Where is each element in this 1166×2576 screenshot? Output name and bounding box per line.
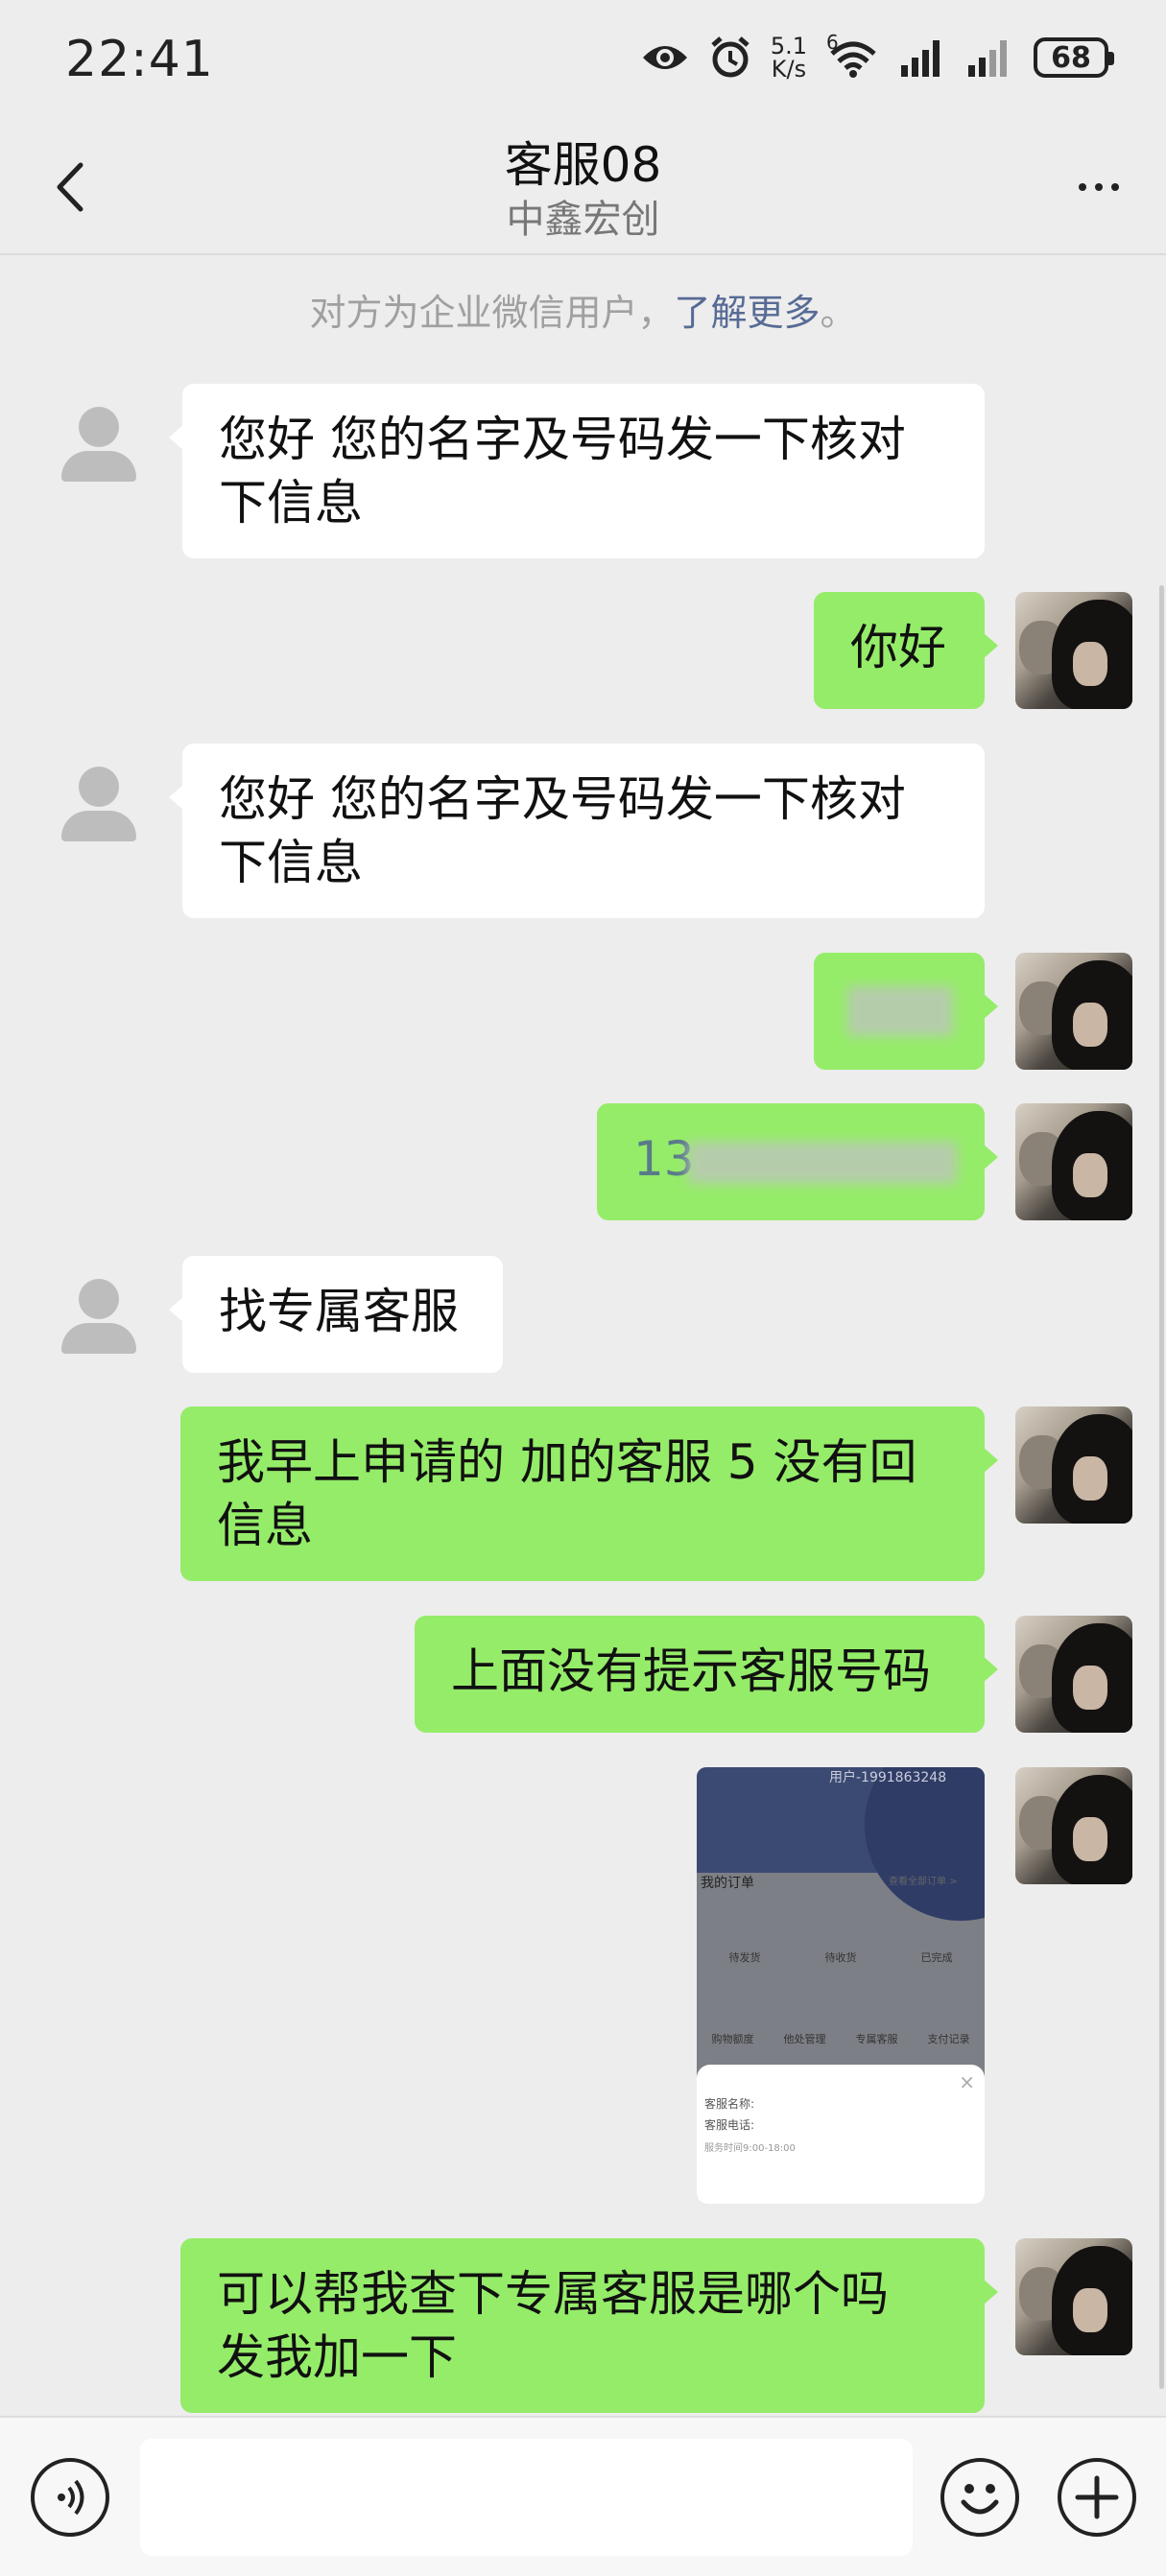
close-icon: × bbox=[959, 2070, 975, 2093]
message-row: 你好 bbox=[0, 592, 1166, 709]
message-bubble[interactable]: 您好 您的名字及号码发一下核对 下信息 bbox=[169, 744, 985, 918]
avatar[interactable] bbox=[1015, 592, 1132, 709]
signal-icon bbox=[968, 40, 1007, 77]
default-avatar-icon bbox=[40, 744, 157, 861]
battery-icon: 68 bbox=[1034, 37, 1114, 78]
input-bar bbox=[0, 2416, 1166, 2576]
learn-more-link[interactable]: 了解更多 bbox=[674, 292, 820, 334]
message-bubble[interactable]: 找专属客服 bbox=[169, 1256, 503, 1373]
image-message[interactable]: 用户-1991863248 我的订单 查看全部订单 > 待发货 待收货 已完成 … bbox=[697, 1767, 985, 2204]
more-horizontal-icon[interactable] bbox=[1060, 154, 1137, 221]
voice-icon[interactable] bbox=[31, 2458, 109, 2537]
message-row: 您好 您的名字及号码发一下核对 下信息 bbox=[0, 744, 1166, 918]
message-bubble[interactable]: 您好 您的名字及号码发一下核对 下信息 bbox=[169, 384, 985, 558]
default-avatar-icon bbox=[40, 384, 157, 501]
message-row: 13 bbox=[0, 1103, 1166, 1220]
avatar[interactable] bbox=[1015, 1406, 1132, 1524]
avatar[interactable] bbox=[1015, 953, 1132, 1070]
message-row: 找专属客服 bbox=[0, 1256, 1166, 1373]
avatar[interactable] bbox=[40, 744, 157, 861]
emoji-icon[interactable] bbox=[940, 2458, 1019, 2537]
avatar[interactable] bbox=[40, 1256, 157, 1373]
message-bubble[interactable]: 可以帮我查下专属客服是哪个吗 发我加一下 bbox=[180, 2238, 998, 2413]
avatar[interactable] bbox=[1015, 1767, 1132, 1884]
avatar[interactable] bbox=[1015, 2238, 1132, 2355]
status-bar: 22:41 5.1 K/s 6 68 bbox=[0, 0, 1166, 115]
alarm-icon bbox=[711, 36, 750, 78]
chat-title: 客服08 bbox=[504, 137, 662, 193]
status-time: 22:41 bbox=[65, 31, 214, 88]
message-bubble[interactable]: 我早上申请的 加的客服 5 没有回 信息 bbox=[180, 1406, 998, 1581]
signal-icon bbox=[901, 40, 940, 77]
avatar[interactable] bbox=[40, 384, 157, 501]
message-row bbox=[0, 953, 1166, 1070]
scrollbar[interactable] bbox=[1159, 585, 1164, 2389]
message-row: 可以帮我查下专属客服是哪个吗 发我加一下 bbox=[0, 2238, 1166, 2413]
plus-icon[interactable] bbox=[1058, 2458, 1136, 2537]
default-avatar-icon bbox=[40, 1256, 157, 1373]
chat-subtitle: 中鑫宏创 bbox=[506, 198, 660, 242]
eye-icon bbox=[642, 46, 687, 69]
message-bubble[interactable]: 你好 bbox=[814, 592, 998, 709]
image-popup: × 客服名称: 客服电话: 服务时间9:00-18:00 bbox=[697, 2065, 985, 2204]
message-row: 用户-1991863248 我的订单 查看全部订单 > 待发货 待收货 已完成 … bbox=[0, 1767, 1166, 2204]
header-divider bbox=[0, 253, 1166, 255]
avatar[interactable] bbox=[1015, 1616, 1132, 1733]
message-input[interactable] bbox=[140, 2439, 913, 2556]
redacted-text bbox=[688, 1142, 957, 1184]
status-icons: 5.1 K/s 6 68 bbox=[640, 29, 1114, 86]
message-bubble[interactable]: 上面没有提示客服号码 bbox=[415, 1616, 998, 1733]
net-speed: 5.1 K/s bbox=[770, 33, 807, 83]
redacted-text bbox=[847, 986, 953, 1036]
avatar[interactable] bbox=[1015, 1103, 1132, 1220]
message-bubble[interactable]: 13 bbox=[597, 1103, 998, 1220]
chat-header: 客服08 中鑫宏创 bbox=[0, 115, 1166, 254]
enterprise-notice: 对方为企业微信用户，了解更多。 bbox=[309, 292, 857, 334]
message-row: 您好 您的名字及号码发一下核对 下信息 bbox=[0, 384, 1166, 558]
message-row: 上面没有提示客服号码 bbox=[0, 1616, 1166, 1733]
wifi-icon: 6 bbox=[826, 31, 880, 79]
message-bubble[interactable] bbox=[814, 953, 998, 1070]
message-row: 我早上申请的 加的客服 5 没有回 信息 bbox=[0, 1406, 1166, 1581]
chat-screen: 22:41 5.1 K/s 6 68 客服08 中鑫宏创 对方为企业微信用户，了… bbox=[0, 0, 1166, 2576]
